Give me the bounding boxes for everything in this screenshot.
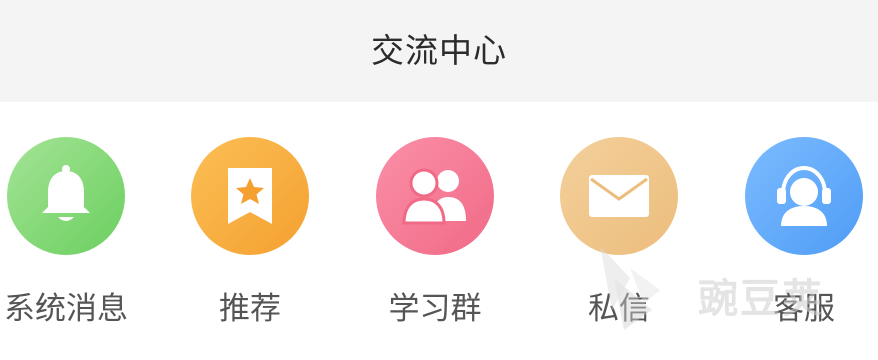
entry-study-group[interactable]: 学习群 — [335, 137, 535, 337]
entry-customer-service[interactable]: 客服 — [704, 137, 878, 337]
star-bookmark-icon — [191, 137, 309, 255]
entry-private-message[interactable]: 私信 — [519, 137, 719, 337]
entry-label: 学习群 — [388, 291, 482, 327]
group-icon — [376, 137, 494, 255]
entry-system-messages[interactable]: 系统消息 — [0, 137, 166, 337]
envelope-icon — [560, 137, 678, 255]
entry-recommend[interactable]: 推荐 — [150, 137, 350, 337]
entry-label: 推荐 — [219, 291, 281, 327]
headset-agent-icon — [745, 137, 863, 255]
header-bar: 交流中心 — [0, 0, 878, 102]
entry-label: 私信 — [588, 291, 650, 327]
bell-icon — [7, 137, 125, 255]
page-title: 交流中心 — [371, 31, 507, 70]
entry-label: 系统消息 — [4, 291, 128, 327]
entry-label: 客服 — [773, 291, 835, 327]
